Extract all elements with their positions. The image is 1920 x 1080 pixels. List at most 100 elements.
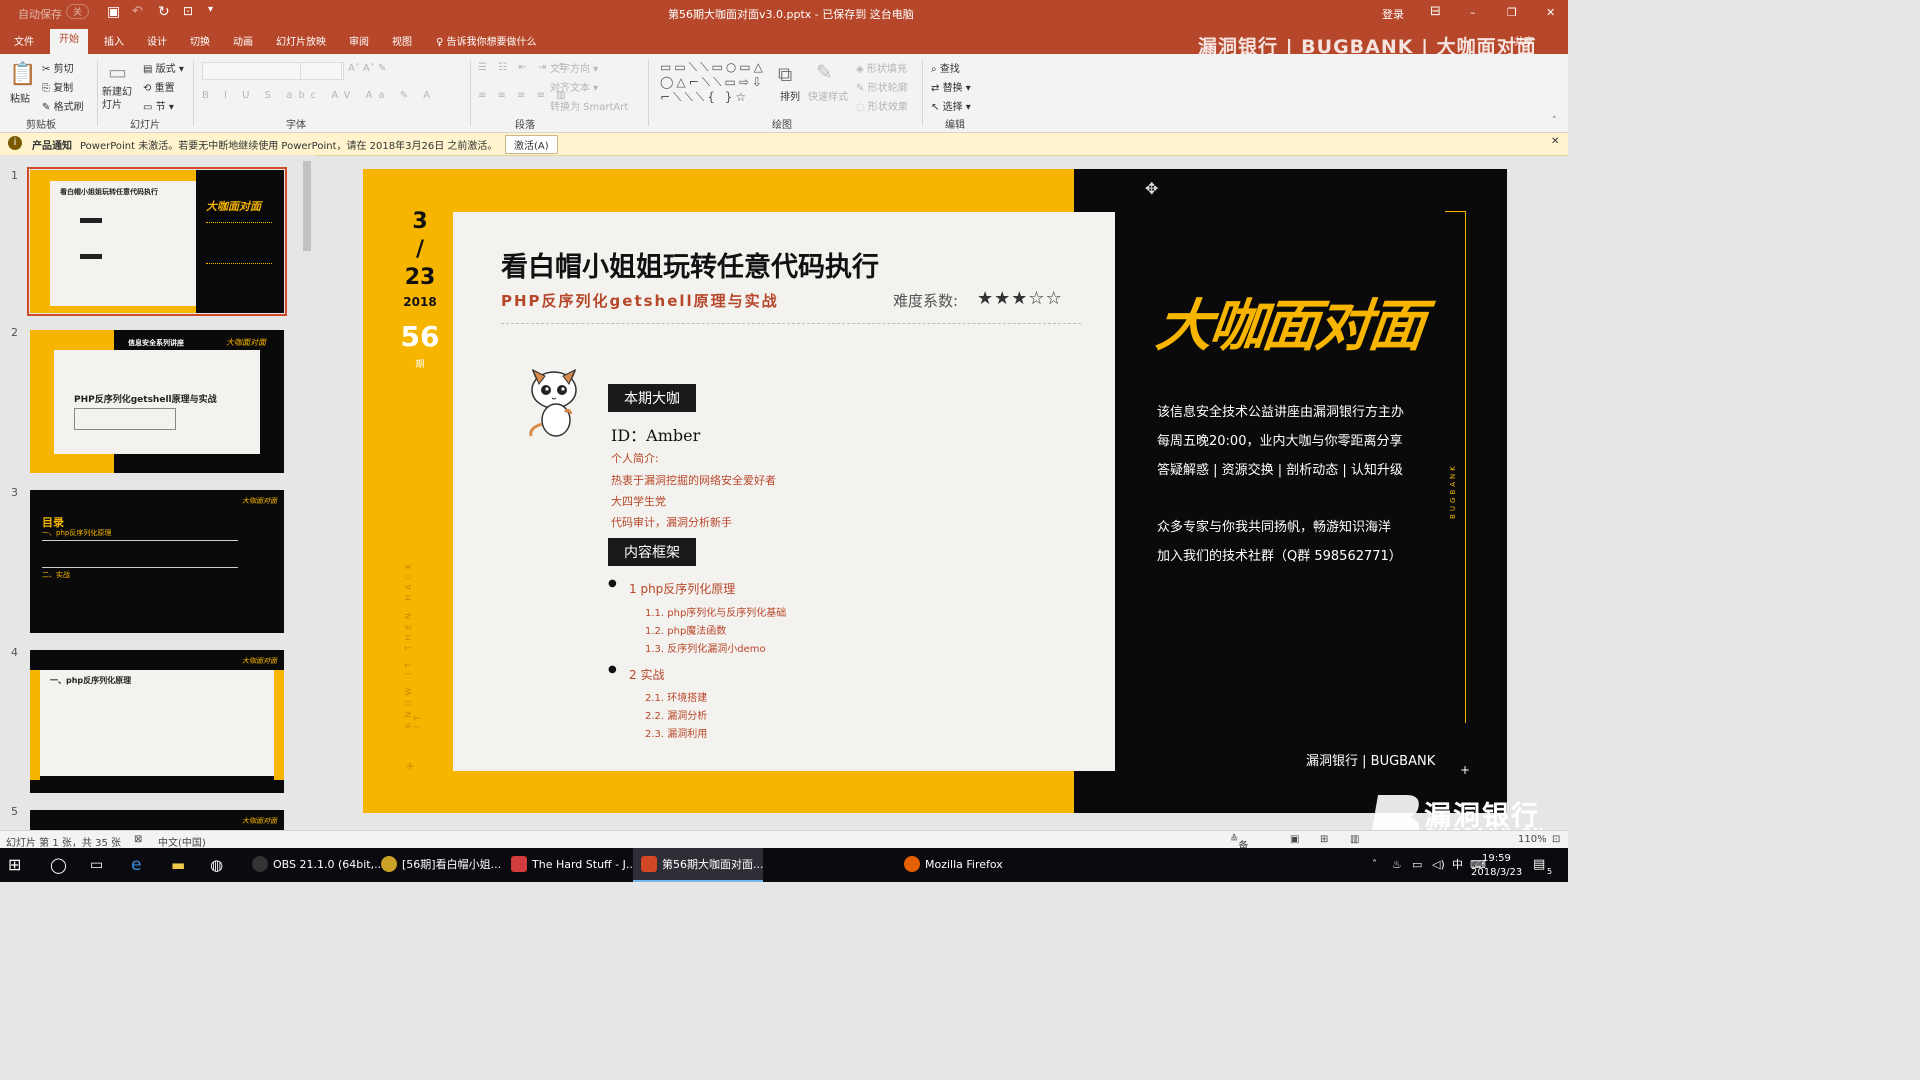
normal-view-icon[interactable]: ▣ [1290, 834, 1299, 845]
tray-app-icon[interactable]: ♨ [1392, 848, 1402, 882]
autosave-label[interactable]: 自动保存 [18, 6, 62, 22]
share-button[interactable]: 共享 [1514, 33, 1534, 48]
tray-chevron-icon[interactable]: ˄ [1372, 848, 1377, 882]
reset-button[interactable]: ⟲ 重置 [143, 79, 175, 94]
paste-button[interactable]: 粘贴 [10, 90, 30, 105]
notice-text: PowerPoint 未激活。若要无中断地继续使用 PowerPoint，请在 … [80, 141, 498, 152]
clock-date[interactable]: 2018/3/23 [1471, 866, 1522, 880]
tell-me-box[interactable]: ♀ 告诉我你想要做什么 [436, 33, 537, 48]
taskbar-item-obs[interactable]: OBS 21.1.0 (64bit,... [244, 848, 385, 882]
star-empty-icon: ☆ [1045, 288, 1063, 309]
quick-styles-icon[interactable]: ✎ [816, 60, 833, 84]
shape-fill-button[interactable]: ◈ 形状填充 [856, 60, 907, 75]
minimize-button[interactable]: – [1470, 6, 1476, 19]
thumb-rule [42, 540, 238, 541]
shape-outline-button[interactable]: ✎ 形状轮廓 [856, 79, 908, 94]
activate-button[interactable]: 激活(A) [505, 135, 558, 154]
save-icon[interactable]: ▣ [107, 4, 120, 20]
spellcheck-icon[interactable]: ⊠ [134, 834, 142, 845]
action-center-icon[interactable]: ▤ [1533, 848, 1545, 882]
new-slide-icon[interactable]: ▭ [108, 60, 127, 84]
volume-icon[interactable]: ◁) [1432, 848, 1445, 882]
format-painter-button[interactable]: ✎ 格式刷 [42, 98, 84, 113]
slide-sorter-icon[interactable]: ⊞ [1320, 834, 1328, 845]
thumb-item-1: 一、php反序列化原理 [42, 529, 112, 537]
taskbar-item-firefox[interactable]: Mozilla Firefox [896, 848, 1020, 882]
font-format-buttons[interactable]: B I U S abc AV Aa ✎ A [202, 90, 436, 101]
title-divider [501, 323, 1081, 324]
task-view-icon[interactable]: ▭ [90, 848, 103, 882]
tab-insert[interactable]: 插入 [104, 33, 124, 48]
login-link[interactable]: 登录 [1382, 6, 1404, 22]
paste-icon[interactable]: 📋 [9, 62, 36, 87]
align-text-button[interactable]: 对齐文本 ▾ [550, 79, 598, 94]
network-icon[interactable]: ▭ [1412, 848, 1422, 882]
thumb-brand: 大咖面对面 [206, 200, 261, 213]
section-button[interactable]: ▭ 节 ▾ [143, 98, 174, 113]
shape-effects-button[interactable]: ◌ 形状效果 [856, 98, 908, 113]
redo-icon[interactable]: ↻ [158, 4, 170, 20]
undo-icon[interactable]: ↶ [132, 4, 143, 19]
smartart-button[interactable]: 转换为 SmartArt [550, 98, 628, 113]
slide-thumbnail-3[interactable]: 大咖面对面 目录 一、php反序列化原理 二、实战 [30, 490, 284, 633]
scrollbar-thumb[interactable] [303, 161, 311, 251]
reading-view-icon[interactable]: ▥ [1350, 834, 1359, 845]
text-direction-button[interactable]: 文字方向 ▾ [550, 60, 598, 75]
shapes-gallery[interactable]: ▭▭⟍⟍▭○▭△ ◯△⌐⟍⟍▭⇨⇩ ⌐⟍⟍⟍{ }☆ [660, 60, 766, 105]
notification-count: 5 [1547, 867, 1553, 876]
close-notice-icon[interactable]: ✕ [1551, 136, 1559, 147]
thumb-title: 看白帽小姐姐玩转任意代码执行 [60, 188, 158, 196]
collapse-ribbon-icon[interactable]: ˄ [1552, 116, 1557, 126]
maximize-button[interactable]: ❐ [1507, 6, 1517, 19]
arrange-icon[interactable]: ⧉ [778, 62, 792, 86]
file-explorer-icon[interactable]: ▬ [171, 848, 185, 882]
thumbnail-scrollbar[interactable] [300, 155, 314, 830]
slide-thumbnail-5[interactable]: 大咖面对面 [30, 810, 284, 830]
divider [97, 60, 98, 126]
taskbar-item-chrome[interactable]: [56期]看白帽小姐... [373, 848, 501, 882]
fit-slide-icon[interactable]: ⊡ [1552, 834, 1560, 845]
copy-button[interactable]: ⎘ 复制 [42, 79, 73, 94]
language-indicator[interactable]: 中文(中国) [158, 834, 206, 849]
tab-slideshow[interactable]: 幻灯片放映 [276, 33, 326, 48]
layout-button[interactable]: ▤ 版式 ▾ [143, 60, 184, 75]
tab-file[interactable]: 文件 [14, 33, 34, 48]
tab-review[interactable]: 审阅 [349, 33, 369, 48]
cut-button[interactable]: ✂ 剪切 [42, 60, 74, 75]
slide-thumbnail-1[interactable]: 看白帽小姐姐玩转任意代码执行 大咖面对面 [27, 167, 287, 316]
slide-canvas[interactable]: 3 / 23 2018 56 期 KNOW IT THEN HACK IT + … [363, 169, 1507, 813]
zoom-level[interactable]: 110% [1518, 834, 1547, 845]
tab-transitions[interactable]: 切换 [190, 33, 210, 48]
ribbon-display-icon[interactable]: ⊟ [1430, 4, 1441, 19]
brand-logo: 大咖面对面 [1153, 294, 1425, 359]
find-button[interactable]: ⌕ 查找 [931, 60, 960, 75]
customize-qat-icon[interactable]: ▾ [208, 4, 213, 15]
tab-animations[interactable]: 动画 [233, 33, 253, 48]
ime-indicator[interactable]: 中 [1452, 848, 1463, 882]
font-size-combobox[interactable] [300, 62, 342, 80]
close-button[interactable]: ✕ [1546, 6, 1555, 19]
tab-home[interactable]: 开始 [50, 29, 88, 54]
start-from-beginning-icon[interactable]: ⊡ [183, 4, 193, 18]
slide-thumbnail-2[interactable]: 信息安全系列讲座 大咖面对面 PHP反序列化getshell原理与实战 [30, 330, 284, 473]
clock-time[interactable]: 19:59 [1482, 852, 1511, 866]
tab-design[interactable]: 设计 [147, 33, 167, 48]
taskbar-item-powerpoint[interactable]: 第56期大咖面对面... [633, 848, 764, 882]
taskbar-item-music[interactable]: The Hard Stuff - J... [503, 848, 636, 882]
autosave-toggle[interactable]: 关 [66, 4, 90, 19]
bio-label: 个人简介: [611, 452, 659, 465]
notes-button[interactable]: ≙ 备注 [1230, 834, 1248, 867]
app-icon[interactable]: ◍ [210, 848, 223, 882]
select-button[interactable]: ↖ 选择 ▾ [931, 98, 971, 113]
group-clipboard: 剪贴板 [26, 120, 56, 131]
search-icon[interactable]: ◯ [50, 848, 67, 882]
windows-start-icon[interactable]: ⊞ [8, 848, 21, 882]
replace-button[interactable]: ⇄ 替换 ▾ [931, 79, 971, 94]
slide-thumbnail-4[interactable]: 大咖面对面 一、php反序列化原理 [30, 650, 284, 793]
font-size-buttons[interactable]: A˄ A˅ ✎ [348, 63, 386, 74]
arrange-button[interactable]: 排列 [780, 88, 800, 103]
tab-view[interactable]: 视图 [392, 33, 412, 48]
new-slide-button[interactable]: 新建幻灯片 [102, 86, 136, 112]
quick-styles-button[interactable]: 快速样式 [808, 88, 848, 103]
edge-icon[interactable]: e [131, 848, 141, 882]
